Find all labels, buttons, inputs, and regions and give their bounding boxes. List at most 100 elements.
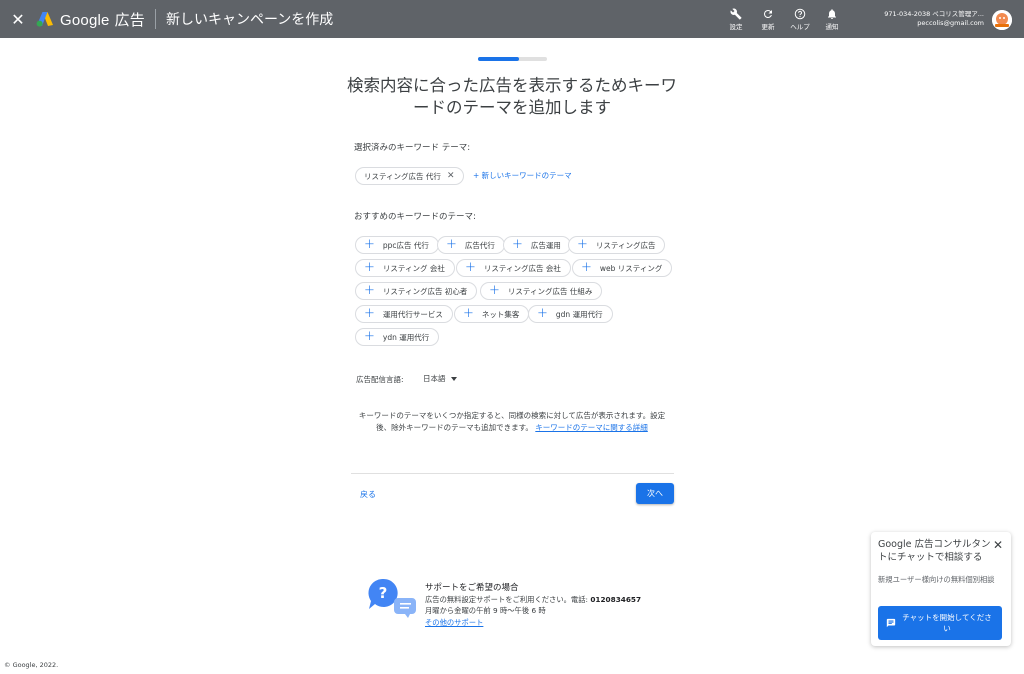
bell-icon — [828, 8, 836, 19]
add-icon: + — [364, 260, 375, 275]
next-button[interactable]: 次へ — [636, 483, 674, 504]
page-title: 新しいキャンペーンを作成 — [165, 12, 334, 28]
copyright: © Google, 2022. — [4, 661, 59, 669]
brand-ads: 広告 — [114, 10, 145, 29]
back-button[interactable]: 戻る — [360, 489, 376, 500]
chip-label: リスティング 会社 — [382, 263, 445, 273]
chat-consultant-card: Google 広告コンサルタントにチャットで相談する ✕ 新規ユーザー様向けの無… — [871, 532, 1011, 646]
account-name: 971-034-2038 ペコリス管理ア... — [884, 10, 984, 18]
add-icon: + — [512, 237, 523, 252]
chip-label: 運用代行サービス — [382, 309, 443, 319]
add-icon: + — [364, 283, 375, 298]
settings-button[interactable]: 設定 — [720, 8, 752, 31]
support-hours: 月曜から金曜の午前 9 時〜午後 6 時 — [425, 606, 546, 615]
chip-label: gdn 運用代行 — [555, 309, 603, 319]
step-progress-fill — [478, 57, 520, 61]
suggested-keyword-chip[interactable]: + ネット集客 — [454, 305, 530, 323]
help-button[interactable]: ヘルプ — [784, 8, 816, 31]
support-phone-number: 0120834657 — [590, 595, 642, 604]
notifications-label: 通知 — [825, 22, 839, 31]
toolbar-actions: 設定 更新 ヘルプ 通知 — [720, 0, 848, 38]
ad-language-select[interactable]: 日本語 — [423, 373, 457, 384]
settings-label: 設定 — [729, 22, 743, 31]
suggested-keyword-chip[interactable]: + 広告運用 — [503, 236, 571, 254]
notifications-button[interactable]: 通知 — [816, 8, 848, 31]
chat-icon — [886, 618, 896, 628]
chip-label: ネット集客 — [481, 309, 520, 319]
chip-label: リスティング広告 仕組み — [507, 286, 593, 296]
chip-label: ydn 運用代行 — [382, 332, 430, 342]
wrench-icon — [730, 8, 742, 19]
suggested-keyword-chip[interactable]: + リスティング広告 — [568, 236, 666, 254]
selected-themes-label: 選択済みのキーワード テーマ: — [354, 143, 471, 153]
suggested-keyword-chip[interactable]: + ydn 運用代行 — [355, 328, 440, 346]
suggested-keyword-chip[interactable]: + リスティング広告 会社 — [456, 259, 571, 277]
close-button[interactable]: ✕ — [0, 0, 36, 38]
avatar-image — [992, 10, 1012, 30]
google-ads-logo: Google 広告 — [36, 9, 145, 30]
suggested-keyword-chip[interactable]: + 広告代行 — [437, 236, 505, 254]
title-divider — [154, 9, 156, 29]
add-icon: + — [364, 329, 375, 344]
brand-name: Google 広告 — [60, 9, 145, 30]
chip-label: 広告運用 — [530, 240, 561, 250]
other-support-link[interactable]: その他のサポート — [425, 618, 483, 628]
ad-language-label: 広告配信言語: — [356, 375, 404, 384]
learn-more-link[interactable]: キーワードのテーマに関する詳細 — [535, 423, 648, 432]
support-phone-text: 広告の無料設定サポートをご利用ください。電話: — [425, 595, 591, 604]
refresh-button[interactable]: 更新 — [752, 8, 784, 31]
start-chat-button[interactable]: チャットを開始してください — [878, 606, 1002, 640]
help-label: ヘルプ — [790, 22, 810, 31]
refresh-icon — [763, 9, 772, 18]
step-progress-bar — [478, 57, 547, 61]
help-icon — [794, 8, 806, 19]
add-icon: + — [463, 306, 474, 321]
add-icon: + — [489, 283, 500, 298]
chip-label: リスティング広告 会社 — [483, 263, 561, 273]
refresh-label: 更新 — [761, 22, 775, 31]
add-keyword-theme-link[interactable]: + 新しいキーワードのテーマ — [473, 170, 572, 181]
suggested-keyword-chip[interactable]: + 運用代行サービス — [355, 305, 453, 323]
suggested-keyword-chip[interactable]: + gdn 運用代行 — [528, 305, 613, 323]
close-chat-card-icon[interactable]: ✕ — [993, 538, 1003, 552]
chip-label: リスティング広告 初心者 — [382, 286, 468, 296]
suggested-keyword-chip[interactable]: + リスティング広告 初心者 — [355, 282, 478, 300]
suggested-keyword-chip[interactable]: + リスティング 会社 — [355, 259, 455, 277]
chip-label: 広告代行 — [464, 240, 495, 250]
footer-divider — [351, 473, 674, 474]
suggested-keyword-chip[interactable]: + ppc広告 代行 — [355, 236, 439, 254]
account-info[interactable]: 971-034-2038 ペコリス管理ア... peccolis@gmail.c… — [884, 10, 984, 28]
avatar[interactable] — [992, 10, 1012, 30]
google-ads-logo-icon — [36, 12, 53, 27]
top-app-bar: ✕ Google 広告 新しいキャンペーンを作成 設定 更新 ヘルプ 通知 97… — [0, 0, 1024, 38]
chip-label: ppc広告 代行 — [382, 240, 429, 250]
chat-card-subtitle: 新規ユーザー様向けの無料個別相談 — [878, 575, 995, 584]
chip-label: リスティング広告 代行 — [364, 171, 441, 181]
suggested-themes-label: おすすめのキーワードのテーマ: — [354, 212, 476, 222]
add-icon: + — [364, 237, 375, 252]
help-description: キーワードのテーマをいくつか指定すると、同様の検索に対して広告が表示されます。設… — [354, 410, 670, 433]
account-email: peccolis@gmail.com — [917, 19, 984, 27]
support-phone-line: 広告の無料設定サポートをご利用ください。電話: 0120834657 — [425, 595, 641, 605]
support-title: サポートをご希望の場合 — [425, 583, 519, 593]
chip-label: web リスティング — [599, 263, 663, 273]
suggested-keyword-chip[interactable]: + web リスティング — [572, 259, 673, 277]
remove-chip-icon[interactable]: ✕ — [447, 171, 455, 181]
dropdown-caret-icon — [450, 376, 457, 381]
chip-label: リスティング広告 — [595, 240, 656, 250]
close-icon: ✕ — [11, 9, 25, 29]
start-chat-label: チャットを開始してください — [902, 613, 992, 633]
suggested-keyword-chip[interactable]: + リスティング広告 仕組み — [480, 282, 603, 300]
chat-card-title: Google 広告コンサルタントにチャットで相談する — [878, 539, 991, 563]
add-icon: + — [577, 237, 588, 252]
add-icon: + — [446, 237, 457, 252]
add-icon: + — [581, 260, 592, 275]
selected-keyword-chip[interactable]: リスティング広告 代行 ✕ — [355, 167, 465, 185]
ad-language-value: 日本語 — [423, 374, 446, 383]
add-icon: + — [364, 306, 375, 321]
add-icon: + — [537, 306, 548, 321]
add-icon: + — [465, 260, 476, 275]
page-heading: 検索内容に合った広告を表示するためキーワードのテーマを追加します — [347, 76, 677, 117]
support-section: ? サポートをご希望の場合 広告の無料設定サポートをご利用ください。電話: 01… — [368, 578, 688, 638]
support-chat-icon: ? — [368, 578, 416, 618]
